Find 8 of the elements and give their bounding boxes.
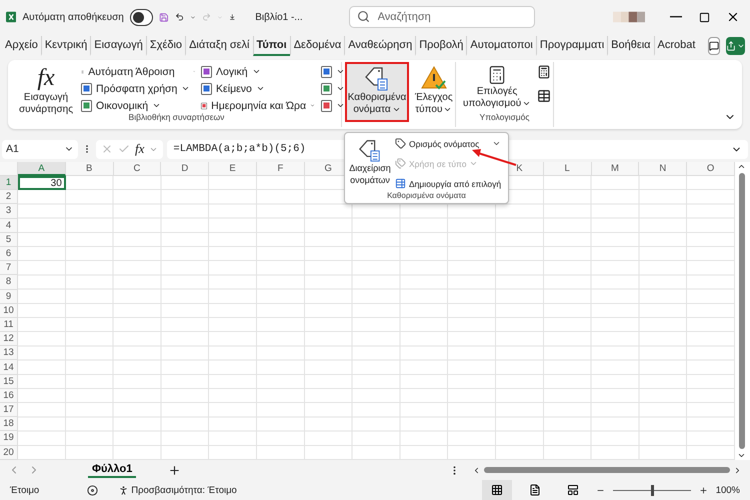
document-title: Βιβλίο1 -... (255, 12, 303, 22)
group-label: Υπολογισμός (478, 112, 530, 123)
zoom-level: 100% (716, 484, 740, 496)
autosave-label: Αυτόματη αποθήκευση (22, 12, 124, 22)
group-label: Καθορισμένα ονόματα (386, 191, 467, 200)
table-cell: 30 (18, 176, 66, 190)
group-label: Βιβλιοθήκη συναρτήσεων (128, 112, 226, 123)
status-text: Έτοιμο (10, 484, 40, 496)
